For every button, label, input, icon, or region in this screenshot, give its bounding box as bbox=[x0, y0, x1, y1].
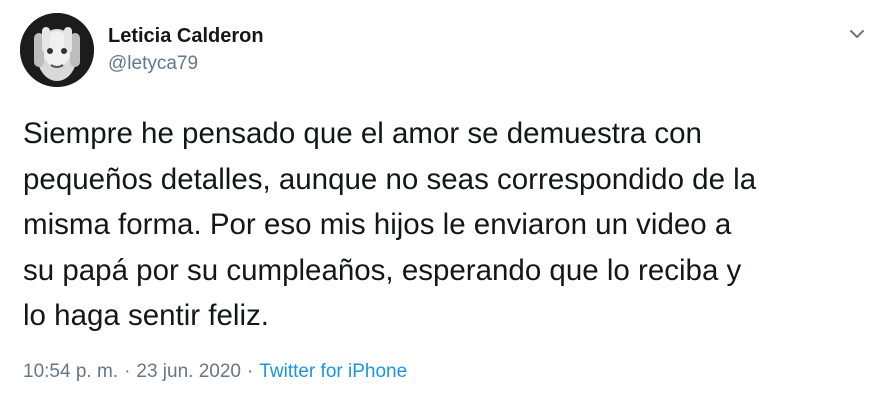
tweet-card: Leticia Calderon @letyca79 Siempre he pe… bbox=[0, 0, 891, 405]
tweet-source-link[interactable]: Twitter for iPhone bbox=[259, 361, 407, 382]
avatar[interactable] bbox=[20, 13, 94, 87]
meta-separator: · bbox=[246, 361, 254, 382]
tweet-header: Leticia Calderon @letyca79 bbox=[20, 13, 264, 87]
meta-separator: · bbox=[124, 361, 131, 382]
chevron-down-icon[interactable] bbox=[845, 22, 869, 46]
tweet-date[interactable]: 23 jun. 2020 bbox=[136, 361, 241, 382]
tweet-time[interactable]: 10:54 p. m. bbox=[23, 361, 118, 382]
display-name[interactable]: Leticia Calderon bbox=[108, 23, 264, 49]
user-names: Leticia Calderon @letyca79 bbox=[108, 23, 264, 77]
tweet-meta: 10:54 p. m. · 23 jun. 2020 · Twitter for iPh… bbox=[23, 359, 407, 385]
user-handle[interactable]: @letyca79 bbox=[108, 51, 264, 77]
tweet-text: Siempre he pensado que el amor se demues… bbox=[23, 117, 757, 332]
avatar-image bbox=[20, 13, 94, 87]
